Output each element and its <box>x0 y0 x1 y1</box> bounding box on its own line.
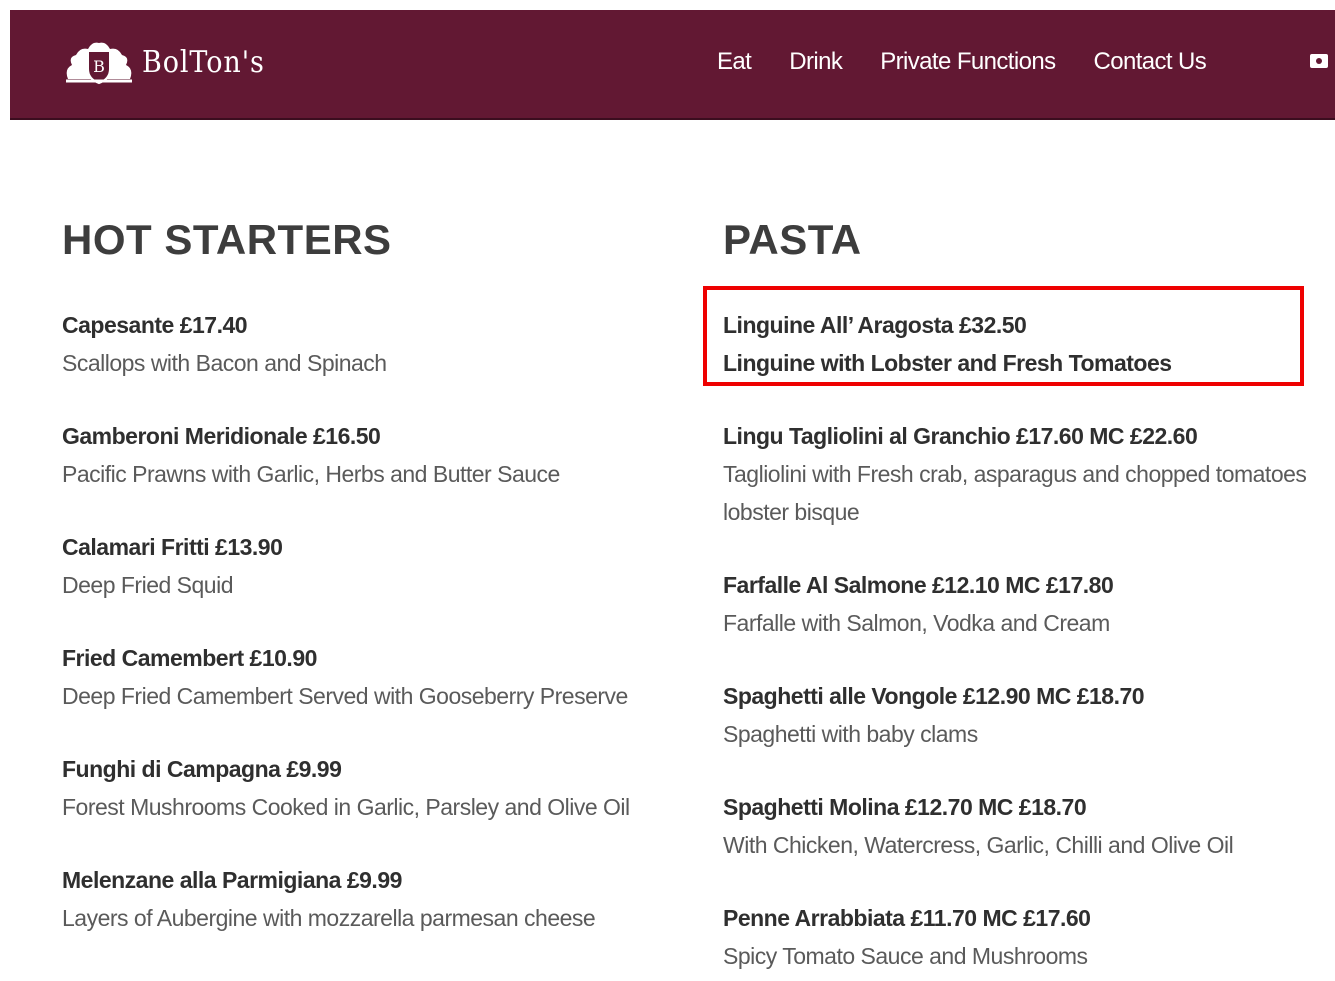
menu-item-title: Fried Camembert £10.90 <box>62 645 317 671</box>
menu-item-desc: Farfalle with Salmon, Vodka and Cream <box>723 610 1110 636</box>
nav-item-eat[interactable]: Eat <box>717 48 752 76</box>
menu-item-title: Calamari Fritti £13.90 <box>62 534 283 560</box>
menu-item-title: Farfalle Al Salmone £12.10 MC £17.80 <box>723 572 1114 598</box>
menu-item-desc: Forest Mushrooms Cooked in Garlic, Parsl… <box>62 794 630 820</box>
menu-item-title: Spaghetti Molina £12.70 MC £18.70 <box>723 794 1087 820</box>
menu-item: Gamberoni Meridionale £16.50 Pacific Pra… <box>62 417 682 528</box>
menu-item-desc: Pacific Prawns with Garlic, Herbs and Bu… <box>62 461 560 487</box>
menu-item: Penne Arrabbiata £11.70 MC £17.60 Spicy … <box>723 899 1335 981</box>
brand-logo[interactable]: B BolTon's <box>62 38 278 86</box>
nav-item-drink[interactable]: Drink <box>789 48 843 76</box>
menu-item: Spaghetti Molina £12.70 MC £18.70 With C… <box>723 788 1335 899</box>
menu-item: Fried Camembert £10.90 Deep Fried Camemb… <box>62 639 682 750</box>
menu-item-desc: Spicy Tomato Sauce and Mushrooms <box>723 943 1088 969</box>
ticket-icon[interactable] <box>1310 54 1328 68</box>
menu-item-title: Gamberoni Meridionale £16.50 <box>62 423 381 449</box>
page: B BolTon's Eat Drink Private Functions C… <box>0 0 1335 981</box>
menu-item-desc: Spaghetti with baby clams <box>723 721 978 747</box>
menu-item: Melenzane alla Parmigiana £9.99 Layers o… <box>62 861 682 972</box>
menu-item: Funghi di Campagna £9.99 Forest Mushroom… <box>62 750 682 861</box>
menu-item: Farfalle Al Salmone £12.10 MC £17.80 Far… <box>723 566 1335 677</box>
menu-item-desc: Deep Fried Camembert Served with Goosebe… <box>62 683 628 709</box>
menu-item-desc: Tagliolini with Fresh crab, asparagus an… <box>723 461 1307 525</box>
menu-item-title: Melenzane alla Parmigiana £9.99 <box>62 867 402 893</box>
section-title-pasta: PASTA <box>723 216 862 263</box>
menu-item-desc: Layers of Aubergine with mozzarella parm… <box>62 905 596 931</box>
menu-item-title: Penne Arrabbiata £11.70 MC £17.60 <box>723 905 1091 931</box>
menu-item-title: Capesante £17.40 <box>62 312 248 338</box>
highlight-box <box>703 286 1304 386</box>
svg-text:B: B <box>93 57 105 76</box>
brand-name: BolTon's <box>142 44 265 80</box>
menu-item-desc: Deep Fried Squid <box>62 572 234 598</box>
menu-item: Calamari Fritti £13.90 Deep Fried Squid <box>62 528 682 639</box>
menu-item-title: Funghi di Campagna £9.99 <box>62 756 342 782</box>
menu-item: Capesante £17.40 Scallops with Bacon and… <box>62 306 682 417</box>
main-nav: Eat Drink Private Functions Contact Us <box>717 42 1207 82</box>
site-header: B BolTon's Eat Drink Private Functions C… <box>10 10 1335 120</box>
menu-item: Lingu Tagliolini al Granchio £17.60 MC £… <box>723 417 1335 566</box>
hot-starters-list: Capesante £17.40 Scallops with Bacon and… <box>62 306 682 972</box>
menu-item-title: Spaghetti alle Vongole £12.90 MC £18.70 <box>723 683 1145 709</box>
crest-logo-icon: B <box>66 42 132 85</box>
nav-item-contact-us[interactable]: Contact Us <box>1093 48 1206 76</box>
menu-item-desc: With Chicken, Watercress, Garlic, Chilli… <box>723 832 1234 858</box>
hot-starters-section: HOT STARTERS Capesante £17.40 Scallops w… <box>62 210 682 972</box>
nav-item-private-functions[interactable]: Private Functions <box>880 48 1056 76</box>
pasta-list: Linguine All’ Aragosta £32.50 Linguine w… <box>723 306 1335 981</box>
section-title-hot-starters: HOT STARTERS <box>62 216 392 263</box>
menu-item-desc: Scallops with Bacon and Spinach <box>62 350 387 376</box>
menu-item: Spaghetti alle Vongole £12.90 MC £18.70 … <box>723 677 1335 788</box>
menu-item-title: Lingu Tagliolini al Granchio £17.60 MC £… <box>723 423 1198 449</box>
